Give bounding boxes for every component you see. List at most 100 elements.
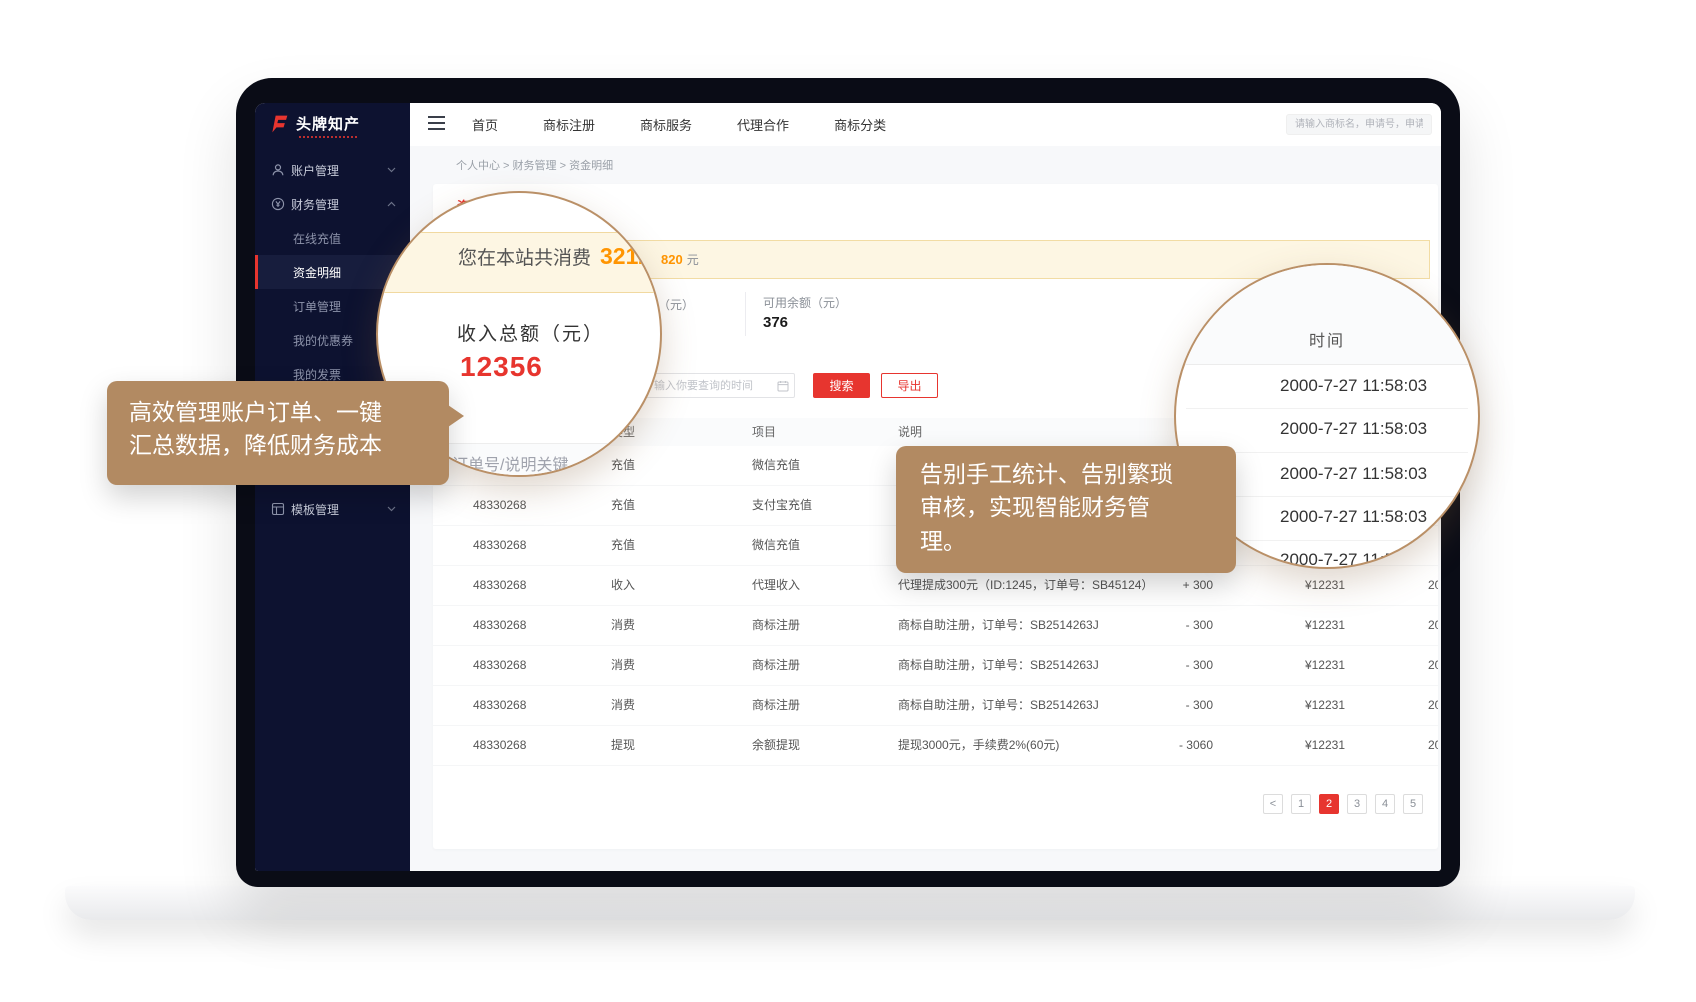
cell-project: 商标注册 bbox=[752, 606, 800, 645]
magnified-income-label: 收入总额（元） bbox=[457, 319, 604, 346]
cell-balance: ¥12231 bbox=[1305, 566, 1345, 605]
cell-project: 支付宝充值 bbox=[752, 486, 812, 525]
magnified-time-value: 2000-7-27 11:58:03 bbox=[1280, 419, 1427, 439]
page-button-4[interactable]: 4 bbox=[1375, 794, 1395, 814]
sidebar-item-label: 财务管理 bbox=[291, 196, 339, 213]
topbar: 首页 商标注册 商标服务 代理合作 商标分类 bbox=[410, 103, 1441, 147]
sidebar: 头牌知产 账户管理 财务管理 bbox=[255, 103, 410, 871]
page-button-3[interactable]: 3 bbox=[1347, 794, 1367, 814]
sidebar-item-label: 我的优惠券 bbox=[293, 332, 353, 349]
sidebar-item-templates[interactable]: 模板管理 bbox=[255, 492, 410, 526]
tooltip-right: 告别手工统计、告别繁琐 审核，实现智能财务管 理。 bbox=[896, 446, 1236, 573]
nav-item-trademark-services[interactable]: 商标服务 bbox=[640, 115, 692, 134]
prev-page-button[interactable]: < bbox=[1263, 794, 1283, 814]
cell-order: 48330268 bbox=[473, 486, 526, 525]
export-button[interactable]: 导出 bbox=[881, 373, 938, 398]
magnified-time-value: 2000-7-27 11:58:03 bbox=[1280, 464, 1427, 484]
sidebar-item-account[interactable]: 账户管理 bbox=[255, 153, 410, 187]
date-query-input[interactable] bbox=[645, 373, 795, 398]
cell-description: 商标自助注册，订单号：SB2514263J bbox=[898, 606, 1099, 645]
magnified-banner-amount: 32124 bbox=[600, 243, 662, 270]
magnified-table-header-text: 订单号/说明关键 bbox=[452, 451, 568, 475]
cell-project: 余额提现 bbox=[752, 726, 800, 765]
stat-balance-label: 可用余额（元） bbox=[763, 294, 847, 311]
banner-unit: 元 bbox=[687, 253, 699, 267]
cell-project: 商标注册 bbox=[752, 646, 800, 685]
banner-amount-number: 820 bbox=[661, 252, 683, 267]
logo-text: 头牌知产 bbox=[296, 113, 360, 134]
logo: 头牌知产 bbox=[269, 113, 360, 134]
cell-time: 2000-7-27 11:58:03 bbox=[1428, 566, 1438, 605]
stage: 头牌知产 账户管理 财务管理 bbox=[0, 0, 1696, 1002]
page-button-2-active[interactable]: 2 bbox=[1319, 794, 1339, 814]
calendar-icon bbox=[777, 380, 789, 392]
page-button-5[interactable]: 5 bbox=[1403, 794, 1423, 814]
sidebar-item-label: 我的发票 bbox=[293, 366, 341, 383]
cell-order: 48330268 bbox=[473, 606, 526, 645]
pagination: < 1 2 3 4 5 bbox=[1263, 794, 1423, 814]
cell-balance: ¥12231 bbox=[1305, 726, 1345, 765]
cell-project: 代理收入 bbox=[752, 566, 800, 605]
cell-type: 收入 bbox=[611, 566, 635, 605]
sidebar-item-label: 在线充值 bbox=[293, 230, 341, 247]
finance-icon bbox=[271, 197, 285, 211]
nav-item-agency-cooperation[interactable]: 代理合作 bbox=[737, 115, 789, 134]
magnified-time-value: 2000-7-27 11:58:03 bbox=[1280, 507, 1427, 527]
header-project[interactable]: 项目 bbox=[752, 418, 764, 446]
logo-subtext-decoration bbox=[299, 136, 357, 138]
cell-order: 48330268 bbox=[473, 686, 526, 725]
cell-amount: - 3060 bbox=[1179, 726, 1213, 765]
cell-balance: ¥12231 bbox=[1305, 686, 1345, 725]
cell-amount: - 300 bbox=[1186, 646, 1213, 685]
chevron-up-icon bbox=[387, 201, 396, 207]
cell-type: 消费 bbox=[611, 686, 635, 725]
cell-balance: ¥12231 bbox=[1305, 606, 1345, 645]
sidebar-item-finance[interactable]: 财务管理 bbox=[255, 187, 410, 221]
cell-project: 微信充值 bbox=[752, 526, 800, 565]
cell-type: 消费 bbox=[611, 606, 635, 645]
nav-item-trademark-categories[interactable]: 商标分类 bbox=[834, 115, 886, 134]
stat-expense-label-fragment: （元） bbox=[658, 296, 694, 313]
top-nav: 首页 商标注册 商标服务 代理合作 商标分类 bbox=[472, 103, 886, 146]
cell-project: 商标注册 bbox=[752, 686, 800, 725]
cell-order: 48330268 bbox=[473, 726, 526, 765]
person-icon bbox=[271, 163, 285, 177]
cell-type: 充值 bbox=[611, 486, 635, 525]
cell-order: 48330268 bbox=[473, 566, 526, 605]
cell-type: 消费 bbox=[611, 646, 635, 685]
template-icon bbox=[271, 502, 285, 516]
cell-time: 2000-7-27 11:58:03 bbox=[1428, 646, 1438, 685]
cell-project: 微信充值 bbox=[752, 446, 800, 485]
nav-item-trademark-register[interactable]: 商标注册 bbox=[543, 115, 595, 134]
table-row: 48330268 消费 商标注册 商标自助注册，订单号：SB2514263J -… bbox=[433, 646, 1438, 686]
page-button-1[interactable]: 1 bbox=[1291, 794, 1311, 814]
sidebar-item-label: 订单管理 bbox=[293, 298, 341, 315]
stat-balance-value: 376 bbox=[763, 314, 788, 331]
cell-order: 48330268 bbox=[473, 646, 526, 685]
magnified-time-value: 2000-7-27 11:58:03 bbox=[1280, 550, 1427, 569]
header-description: 说明 bbox=[898, 418, 922, 446]
logo-icon bbox=[269, 114, 289, 134]
cell-time: 2000-7-27 11:58:03 bbox=[1428, 686, 1438, 725]
nav-item-home[interactable]: 首页 bbox=[472, 115, 498, 134]
magnified-time-value: 2000-7-27 11:58:03 bbox=[1280, 376, 1427, 396]
hamburger-menu-button[interactable] bbox=[428, 116, 445, 130]
laptop-base bbox=[65, 886, 1635, 920]
sidebar-item-label: 模板管理 bbox=[291, 501, 339, 518]
table-row: 48330268 消费 商标注册 商标自助注册，订单号：SB2514263J -… bbox=[433, 686, 1438, 726]
breadcrumb: 个人中心 > 财务管理 > 资金明细 bbox=[456, 157, 613, 173]
magnified-time-header: 时间 bbox=[1176, 327, 1478, 351]
sidebar-item-label: 账户管理 bbox=[291, 162, 339, 179]
search-button[interactable]: 搜索 bbox=[813, 373, 870, 398]
banner-amount: 820 元 bbox=[661, 241, 699, 279]
trademark-search-input[interactable] bbox=[1286, 114, 1432, 135]
sort-caret-icon bbox=[756, 424, 764, 438]
cell-amount: - 300 bbox=[1186, 606, 1213, 645]
magnified-banner-prefix: 您在本站共消费 bbox=[458, 243, 591, 270]
chevron-down-icon bbox=[387, 506, 396, 512]
magnified-income-value: 12356 bbox=[460, 351, 543, 383]
cell-order: 48330268 bbox=[473, 526, 526, 565]
table-row: 48330268 提现 余额提现 提现3000元，手续费2%(60元) - 30… bbox=[433, 726, 1438, 766]
cell-description: 商标自助注册，订单号：SB2514263J bbox=[898, 686, 1099, 725]
table-row: 48330268 消费 商标注册 商标自助注册，订单号：SB2514263J -… bbox=[433, 606, 1438, 646]
